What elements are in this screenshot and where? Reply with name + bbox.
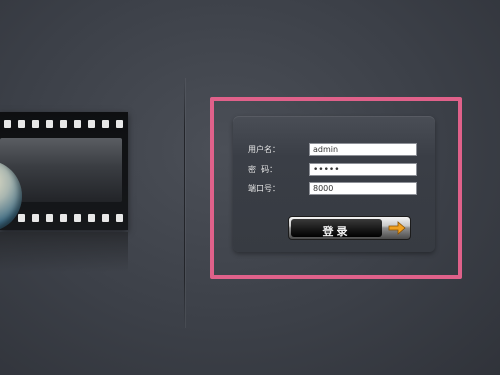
film-strip-icon <box>0 112 128 230</box>
film-holes-top <box>0 120 128 129</box>
login-button[interactable]: 登录 <box>288 216 411 240</box>
film-holes-bottom <box>0 214 128 223</box>
login-button-face: 登录 <box>291 219 382 238</box>
port-row: 端口号： 8000 <box>248 182 426 196</box>
vertical-divider <box>184 78 185 328</box>
password-row: 密 码： ••••• <box>248 163 426 177</box>
arrow-right-icon <box>388 221 406 235</box>
password-input[interactable]: ••••• <box>309 163 417 176</box>
login-panel: 用户名： admin 密 码： ••••• 端口号： 8000 登录 <box>233 116 435 252</box>
port-label: 端口号： <box>248 184 280 193</box>
port-input[interactable]: 8000 <box>309 182 417 195</box>
username-row: 用户名： admin <box>248 143 426 157</box>
password-label: 密 码： <box>248 165 278 174</box>
username-input[interactable]: admin <box>309 143 417 156</box>
username-label: 用户名： <box>248 145 280 154</box>
film-reflection <box>0 232 128 272</box>
login-button-label: 登录 <box>322 225 351 238</box>
